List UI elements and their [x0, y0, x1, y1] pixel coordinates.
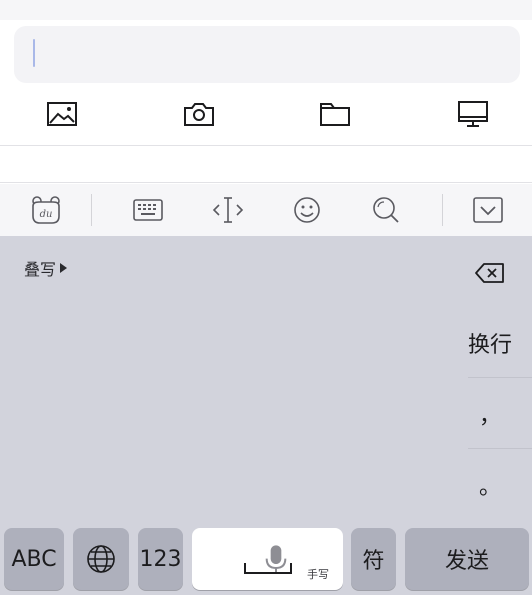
abc-key-label: ABC: [11, 546, 57, 572]
symbol-key[interactable]: 符: [351, 528, 396, 590]
period-key[interactable]: 。: [448, 453, 532, 517]
message-input[interactable]: [14, 26, 520, 83]
divider-area: [0, 145, 532, 183]
globe-icon: [87, 545, 115, 573]
globe-key[interactable]: [73, 528, 129, 590]
handwriting-hint: 手写: [307, 568, 329, 581]
side-key-divider: [468, 377, 532, 378]
comma-key-label: ，: [478, 404, 501, 429]
collapse-keyboard-button[interactable]: [468, 192, 508, 228]
keyboard-icon: [133, 199, 163, 221]
send-key[interactable]: 发送: [405, 528, 529, 590]
text-cursor-move-icon: [212, 197, 244, 223]
period-key-label: 。: [478, 475, 501, 500]
folder-icon: [320, 103, 350, 126]
send-key-label: 发送: [444, 549, 489, 574]
screen-button[interactable]: [451, 95, 495, 133]
number-key-label: 123: [139, 546, 182, 572]
camera-button[interactable]: [177, 95, 221, 133]
keyboard-switch-button[interactable]: [128, 192, 168, 228]
top-strip: [0, 0, 532, 20]
attachment-row: [0, 90, 532, 138]
overwrite-mode-toggle[interactable]: 叠写: [24, 256, 68, 280]
du-logo-button[interactable]: du: [26, 192, 66, 228]
triangle-right-icon: [60, 263, 68, 273]
cursor-move-button[interactable]: [208, 192, 248, 228]
delete-key[interactable]: [448, 248, 532, 298]
search-icon: [373, 197, 399, 223]
image-button[interactable]: [40, 95, 84, 133]
emoji-icon: [294, 197, 320, 223]
toolbar-divider: [91, 194, 92, 226]
image-icon: [47, 102, 77, 126]
search-button[interactable]: [366, 192, 406, 228]
folder-button[interactable]: [313, 95, 357, 133]
side-key-divider: [468, 448, 532, 449]
emoji-button[interactable]: [287, 192, 327, 228]
toolbar-divider: [442, 194, 443, 226]
monitor-icon: [458, 101, 488, 127]
camera-icon: [184, 103, 214, 126]
overwrite-mode-label: 叠写: [24, 260, 57, 279]
collapse-keyboard-icon: [473, 197, 503, 223]
keyboard-bottom-row: ABC 123 手写 符 发送: [0, 528, 532, 590]
backspace-icon: [475, 263, 504, 283]
abc-key[interactable]: ABC: [4, 528, 64, 590]
text-cursor: [33, 39, 35, 67]
symbol-key-label: 符: [362, 549, 385, 574]
comma-key[interactable]: ，: [448, 382, 532, 446]
number-key[interactable]: 123: [138, 528, 183, 590]
keyboard-panel: 叠写 换行 ， 。 ABC 123 手写 符 发送: [0, 236, 532, 595]
side-key-column: 换行 ， 。: [448, 236, 532, 522]
keyboard-toolbar: du: [0, 184, 532, 236]
newline-key[interactable]: 换行: [448, 314, 532, 372]
svg-text:du: du: [40, 209, 53, 220]
newline-key-label: 换行: [467, 333, 512, 358]
du-bear-logo-icon: du: [32, 196, 60, 224]
space-bar-icon: [244, 563, 292, 574]
space-key[interactable]: 手写: [192, 528, 343, 590]
